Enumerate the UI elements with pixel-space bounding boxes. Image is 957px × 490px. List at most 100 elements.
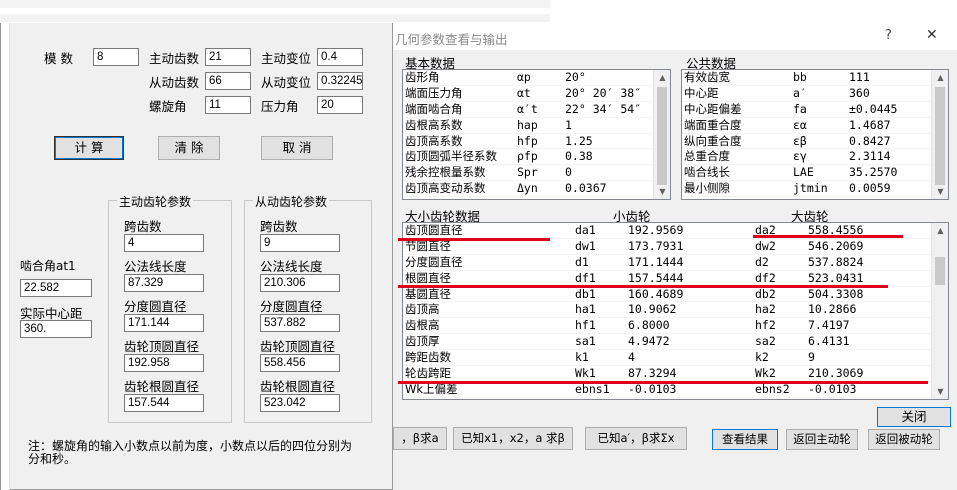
driving-root-diameter-field[interactable]: 157.544 xyxy=(124,394,204,412)
scroll-thumb[interactable] xyxy=(935,257,945,285)
basic-data-row-cell: hap xyxy=(517,117,538,132)
basic-data-table[interactable]: 齿形角 αp 20° 端面压力角 αt 20° 20′ 38″ 端面啮合角 α′t 22° 34… xyxy=(402,69,671,200)
basic-table-scrollbar[interactable]: ▲ ▼ xyxy=(653,70,670,199)
gear-data-row-cell: 10.9062 xyxy=(628,302,677,317)
scroll-down-icon[interactable]: ▼ xyxy=(932,184,948,199)
pressure-angle-label: 压力角 xyxy=(261,99,299,114)
gear-data-row[interactable]: Wk上偏差 ebns1 -0.0103 ebns2 -0.0103 xyxy=(403,382,948,398)
driven-pitch-diameter-field[interactable]: 537.882 xyxy=(260,314,340,332)
driving-shift-input[interactable]: 0.4 xyxy=(317,48,363,66)
driving-pitch-diameter-field[interactable]: 171.144 xyxy=(124,314,204,332)
gear-data-row-cell: hf1 xyxy=(575,318,596,333)
common-data-row-cell: 总重合度 xyxy=(684,149,730,164)
driven-shift-input[interactable]: 0.322456 xyxy=(317,72,363,90)
gear-data-row-cell: 210.3069 xyxy=(808,366,864,381)
basic-data-row-cell: α′t xyxy=(517,101,538,116)
driving-span-teeth-field[interactable]: 4 xyxy=(124,234,204,252)
gear-data-row[interactable]: 节圆直径 dw1 173.7931 dw2 546.2069 xyxy=(403,239,948,255)
gear-data-row[interactable]: 齿顶高 ha1 10.9062 ha2 10.2866 xyxy=(403,302,948,319)
driving-tip-diameter-label: 齿轮顶圆直径 xyxy=(124,339,200,354)
scroll-up-icon[interactable]: ▲ xyxy=(932,70,948,85)
gear-data-row-cell: 齿顶圆直径 xyxy=(405,223,463,237)
mesh-angle-label: 啮合角at1 xyxy=(20,259,76,273)
basic-data-row[interactable]: 端面啮合角 α′t 22° 34′ 54″ xyxy=(403,102,670,118)
basic-data-row-cell: αt xyxy=(517,85,531,100)
gear-data-row[interactable]: 分度圆直径 d1 171.1444 d2 537.8824 xyxy=(403,255,948,271)
common-data-row[interactable]: 中心距偏差 fa ±0.0445 xyxy=(682,102,948,118)
scroll-down-icon[interactable]: ▼ xyxy=(654,184,670,199)
driving-teeth-input[interactable]: 21 xyxy=(205,48,251,66)
help-icon[interactable]: ? xyxy=(885,28,892,43)
basic-data-row-cell: 0.38 xyxy=(565,149,593,164)
basic-data-row[interactable]: 齿顶圆弧半径系数 ρfp 0.38 xyxy=(403,149,670,166)
common-table-scrollbar[interactable]: ▲ ▼ xyxy=(931,70,948,199)
gear-data-row-cell: 齿根高 xyxy=(405,318,440,333)
gear-data-row-cell: da1 xyxy=(575,223,596,237)
close-icon[interactable]: ✕ xyxy=(926,27,938,43)
driven-gear-group: 从动齿轮参数 跨齿数 9 公法线长度 210.306 分度圆直径 537.882… xyxy=(244,193,372,423)
basic-data-row-cell: 0 xyxy=(565,165,572,180)
common-data-row[interactable]: 纵向重合度 εβ 0.8427 xyxy=(682,134,948,150)
gear-data-row-cell: 6.8000 xyxy=(628,318,670,333)
clear-button[interactable]: 清 除 xyxy=(158,136,220,160)
common-data-row[interactable]: 中心距 a′ 360 xyxy=(682,86,948,102)
cancel-button[interactable]: 取 消 xyxy=(261,136,333,160)
gear-data-row[interactable]: 齿根高 hf1 6.8000 hf2 7.4197 xyxy=(403,318,948,335)
module-input[interactable]: 8 xyxy=(93,48,139,66)
center-distance-field[interactable]: 360. xyxy=(20,320,92,338)
gear-data-table[interactable]: 齿顶圆直径 da1 192.9569 da2 558.4556 节圆直径 dw1 173.79… xyxy=(402,222,949,400)
calculate-button[interactable]: 计 算 xyxy=(54,136,124,160)
gear-data-row-cell: 192.9569 xyxy=(628,223,684,237)
gear-data-row-cell: -0.0103 xyxy=(808,381,857,396)
scroll-up-icon[interactable]: ▲ xyxy=(654,70,670,85)
gear-data-row[interactable]: 齿顶厚 sa1 4.9472 sa2 6.4131 xyxy=(403,334,948,351)
basic-data-row-cell: 1 xyxy=(565,117,572,132)
gear-table-scrollbar[interactable]: ▲ ▼ xyxy=(931,223,948,399)
mesh-angle-field[interactable]: 22.582 xyxy=(20,279,92,297)
helix-angle-input[interactable]: 11 xyxy=(205,96,251,114)
common-data-row[interactable]: 啮合线长 LAE 35.2570 xyxy=(682,165,948,182)
basic-data-row[interactable]: 齿顶高变动系数 Δyn 0.0367 xyxy=(403,181,670,198)
basic-data-row-cell: Spr xyxy=(517,165,538,180)
basic-data-row[interactable]: 残余控根量系数 Spr 0 xyxy=(403,165,670,182)
driven-root-diameter-field[interactable]: 523.042 xyxy=(260,394,340,412)
basic-data-row[interactable]: 齿顶高系数 hfp 1.25 xyxy=(403,134,670,150)
gear-data-row[interactable]: 轮齿跨距 Wk1 87.3294 Wk2 210.3069 xyxy=(403,366,948,382)
gear-data-row-cell: sa2 xyxy=(755,334,776,349)
basic-data-row[interactable]: 齿形角 αp 20° xyxy=(403,70,670,86)
scroll-up-icon[interactable]: ▲ xyxy=(932,223,948,238)
common-data-row[interactable]: 有效齿宽 bb 111 xyxy=(682,70,948,86)
gear-data-row-cell: 160.4689 xyxy=(628,286,684,301)
common-data-row[interactable]: 最小侧隙 jtmin 0.0059 xyxy=(682,181,948,198)
driven-shift-label: 从动变位 xyxy=(261,75,312,90)
common-data-table[interactable]: 有效齿宽 bb 111 中心距 a′ 360 中心距偏差 fa ±0.0445 端面重合度 εα 1.… xyxy=(681,69,949,200)
common-data-row-cell: LAE xyxy=(793,165,814,180)
background-solve-a-button[interactable]: ，β求a xyxy=(393,427,447,450)
pressure-angle-input[interactable]: 20 xyxy=(317,96,363,114)
scroll-thumb[interactable] xyxy=(935,87,945,185)
gear-data-row[interactable]: 跨距齿数 k1 4 k2 9 xyxy=(403,350,948,367)
common-data-row[interactable]: 端面重合度 εα 1.4687 xyxy=(682,118,948,134)
background-driving-gear-button[interactable]: 返回主动轮 xyxy=(786,429,858,450)
background-view-results-button[interactable]: 查看结果 xyxy=(712,429,778,450)
common-data-row[interactable]: 总重合度 εγ 2.3114 xyxy=(682,149,948,166)
gear-data-row-cell: -0.0103 xyxy=(628,381,677,396)
common-data-row-cell: 360 xyxy=(849,85,870,100)
basic-data-row[interactable]: 齿根高系数 hap 1 xyxy=(403,118,670,134)
scroll-down-icon[interactable]: ▼ xyxy=(932,384,948,399)
driven-span-teeth-field[interactable]: 9 xyxy=(260,234,340,252)
helix-angle-label: 螺旋角 xyxy=(149,99,187,114)
driven-teeth-input[interactable]: 66 xyxy=(205,72,251,90)
scroll-thumb[interactable] xyxy=(657,87,667,185)
driving-tip-diameter-field[interactable]: 192.958 xyxy=(124,354,204,372)
background-driven-gear-button[interactable]: 返回被动轮 xyxy=(868,429,940,450)
driven-normal-length-field[interactable]: 210.306 xyxy=(260,274,340,292)
basic-data-row-cell: αp xyxy=(517,70,531,84)
gear-data-row[interactable]: 基圆直径 db1 160.4689 db2 504.3308 xyxy=(403,287,948,303)
driven-tip-diameter-field[interactable]: 558.456 xyxy=(260,354,340,372)
common-data-row-cell: 2.3114 xyxy=(849,149,891,164)
background-solve-beta-button[interactable]: 已知x1，x2，a 求β xyxy=(453,427,573,450)
background-solve-sum-x-button[interactable]: 已知a′，β求Σx xyxy=(585,427,687,450)
basic-data-row[interactable]: 端面压力角 αt 20° 20′ 38″ xyxy=(403,86,670,102)
driving-normal-length-field[interactable]: 87.329 xyxy=(124,274,204,292)
